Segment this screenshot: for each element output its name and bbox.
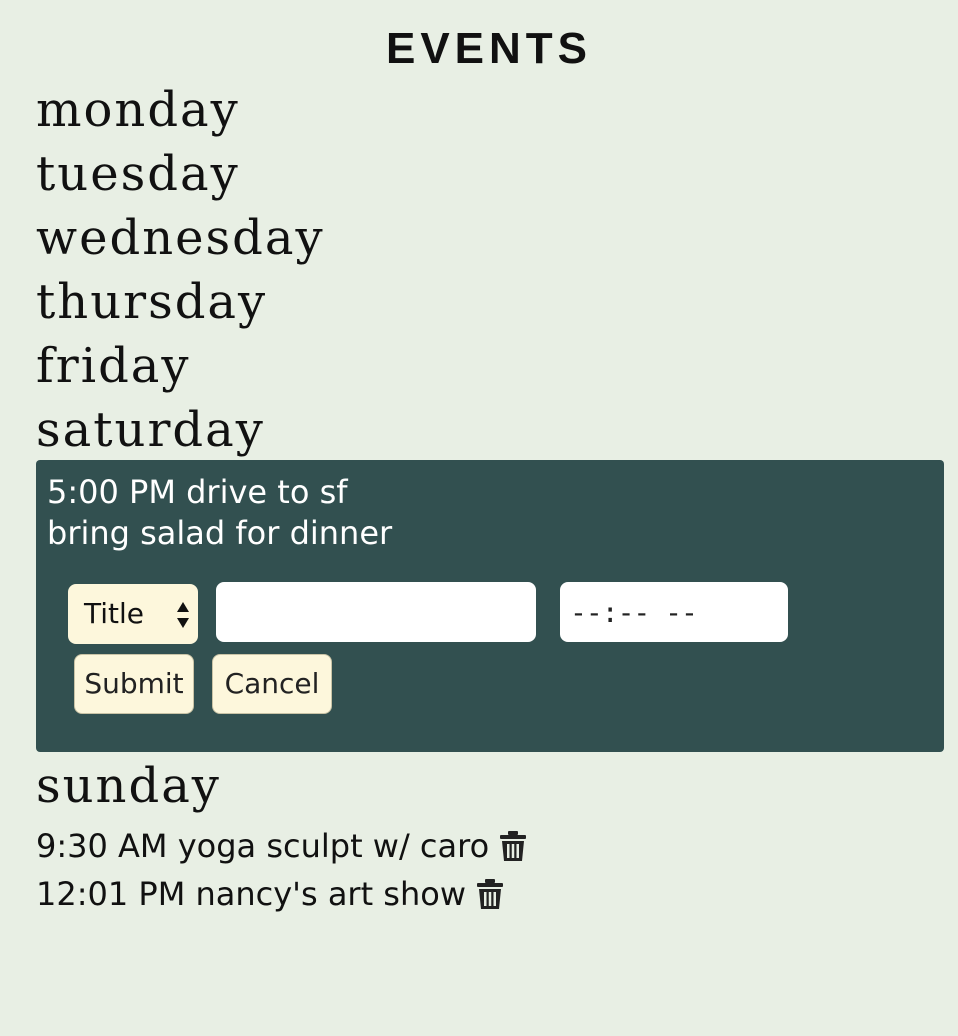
cancel-button[interactable]: Cancel bbox=[212, 654, 332, 714]
event-time-input[interactable]: --:-- -- bbox=[560, 582, 788, 642]
day-tuesday[interactable]: tuesday bbox=[36, 144, 240, 204]
event-text-input[interactable] bbox=[216, 582, 536, 642]
saturday-event-panel: 5:00 PM drive to sf bring salad for dinn… bbox=[36, 460, 944, 752]
day-sunday[interactable]: sunday bbox=[36, 756, 221, 816]
trash-icon[interactable] bbox=[476, 878, 504, 910]
select-arrows-icon bbox=[177, 602, 189, 628]
trash-icon[interactable] bbox=[499, 830, 527, 862]
event-text: 9:30 AM yoga sculpt w/ caro bbox=[36, 827, 490, 865]
day-thursday[interactable]: thursday bbox=[36, 272, 267, 332]
event-text: 12:01 PM nancy's art show bbox=[36, 875, 466, 913]
submit-button[interactable]: Submit bbox=[74, 654, 194, 714]
list-item: 9:30 AM yoga sculpt w/ caro bbox=[36, 826, 527, 866]
event-type-select[interactable]: Title bbox=[68, 584, 198, 644]
day-wednesday[interactable]: wednesday bbox=[36, 208, 325, 268]
day-monday[interactable]: monday bbox=[36, 80, 240, 140]
page-title: EVENTS bbox=[385, 24, 593, 73]
event-note: 5:00 PM drive to sf bbox=[47, 473, 348, 511]
list-item: 12:01 PM nancy's art show bbox=[36, 874, 504, 914]
event-note: bring salad for dinner bbox=[47, 514, 393, 552]
day-saturday[interactable]: saturday bbox=[36, 400, 265, 460]
event-type-selected: Title bbox=[84, 597, 145, 630]
day-friday[interactable]: friday bbox=[36, 336, 191, 396]
